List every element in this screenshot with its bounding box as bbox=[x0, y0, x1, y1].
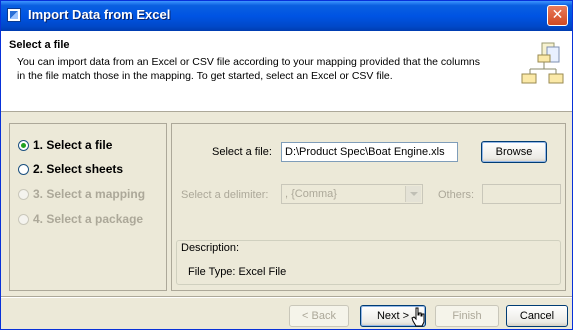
radio-icon bbox=[18, 139, 29, 151]
title-bar[interactable]: Import Data from Excel ✕ bbox=[1, 1, 572, 31]
back-button: < Back bbox=[289, 305, 349, 327]
page-description: You can import data from an Excel or CSV… bbox=[17, 56, 481, 82]
wizard-steps: 1. Select a file 2. Select sheets 3. Sel… bbox=[9, 123, 167, 291]
wizard-header: Select a file You can import data from a… bbox=[1, 31, 572, 112]
step-select-file[interactable]: 1. Select a file bbox=[18, 136, 112, 154]
hierarchy-diagram-icon bbox=[521, 42, 564, 84]
wizard-content: Select a file: D:\Product Spec\Boat Engi… bbox=[171, 123, 566, 291]
step-label: 3. Select a mapping bbox=[33, 187, 146, 201]
step-select-mapping: 3. Select a mapping bbox=[18, 185, 145, 203]
step-select-package: 4. Select a package bbox=[18, 210, 143, 228]
step-label: 4. Select a package bbox=[33, 212, 144, 226]
cancel-button[interactable]: Cancel bbox=[506, 305, 568, 327]
file-label: Select a file: bbox=[212, 146, 272, 158]
radio-icon bbox=[18, 213, 29, 225]
description-group bbox=[176, 240, 561, 285]
app-icon bbox=[7, 8, 21, 22]
footer-divider bbox=[1, 296, 572, 298]
browse-button[interactable]: Browse bbox=[481, 141, 547, 163]
step-select-sheets[interactable]: 2. Select sheets bbox=[18, 160, 123, 178]
others-input bbox=[482, 184, 561, 204]
step-label: 2. Select sheets bbox=[33, 162, 124, 176]
others-label: Others: bbox=[438, 189, 475, 201]
finish-button: Finish bbox=[435, 305, 499, 327]
delimiter-value: , {Comma} bbox=[285, 188, 337, 200]
radio-icon bbox=[18, 163, 29, 175]
step-label: 1. Select a file bbox=[33, 138, 113, 152]
close-button[interactable]: ✕ bbox=[547, 5, 568, 26]
close-icon: ✕ bbox=[551, 7, 564, 23]
window-title: Import Data from Excel bbox=[28, 7, 171, 22]
file-path-input[interactable]: D:\Product Spec\Boat Engine.xls bbox=[281, 142, 458, 162]
delimiter-label: Select a delimiter: bbox=[181, 189, 269, 201]
page-title: Select a file bbox=[9, 39, 70, 51]
chevron-down-icon bbox=[405, 186, 421, 202]
import-dialog: Import Data from Excel ✕ Select a file Y… bbox=[0, 0, 573, 330]
description-text: File Type: Excel File bbox=[188, 266, 287, 278]
delimiter-select: , {Comma} bbox=[281, 184, 423, 204]
radio-icon bbox=[18, 188, 29, 200]
hand-cursor-icon bbox=[411, 307, 425, 327]
